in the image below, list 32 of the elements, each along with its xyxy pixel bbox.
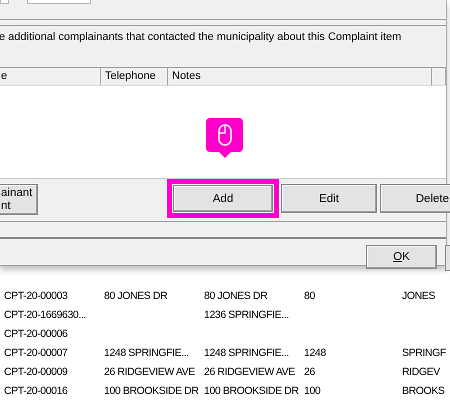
column-header[interactable]: Telephone: [101, 68, 168, 85]
table-cell-text: 26 RIDGEVIEW AVE: [203, 366, 296, 378]
table-cell-text: RIDGEV: [401, 366, 442, 378]
dialog-button[interactable]: Delete: [380, 184, 450, 213]
table-cell-text: 1236 SPRINGFIE...: [203, 308, 290, 320]
table-cell-text: CPT-20-1669630...: [3, 308, 87, 320]
column-header[interactable]: e: [0, 68, 101, 85]
table-cell-text: CPT-20-00009: [3, 366, 68, 378]
table-cell-text: 100 BROOKSIDE DR: [103, 384, 200, 396]
table-cell-text: 1248 SPRINGFIE...: [203, 346, 290, 358]
table-cell-text: CPT-20-00003: [3, 290, 68, 302]
table-cell-text: 1248: [303, 346, 327, 358]
table-cell-text: 80: [303, 290, 316, 302]
table-cell-text: 26: [303, 366, 316, 378]
table-cell-text: 80 JONES DR: [203, 290, 268, 302]
dialog-button[interactable]: Add: [173, 185, 273, 212]
table-cell-text: CPT-20-00007: [3, 346, 68, 358]
ok-button[interactable]: OK: [366, 245, 437, 269]
table-cell-text: 80 JONES DR: [103, 290, 168, 302]
column-header[interactable]: Notes: [168, 68, 432, 85]
dialog-button[interactable]: Edit: [281, 184, 377, 213]
table-cell-text: CPT-20-00006: [3, 328, 68, 340]
table-cell-text: BROOKS: [401, 384, 446, 396]
dialog-button[interactable]: ainant nt: [0, 184, 38, 215]
table-cell-text: JONES: [401, 290, 436, 302]
table-cell-text: 1248 SPRINGFIE...: [103, 346, 190, 358]
table-cell-text: 100: [303, 384, 322, 396]
table-cell-text: SPRINGF: [401, 346, 447, 358]
table-cell-text: 100 BROOKSIDE DR: [203, 384, 300, 396]
table-cell-text: 26 RIDGEVIEW AVE: [103, 366, 196, 378]
table-cell-text: CPT-20-00016: [3, 384, 68, 396]
mouse-icon: [218, 124, 232, 146]
